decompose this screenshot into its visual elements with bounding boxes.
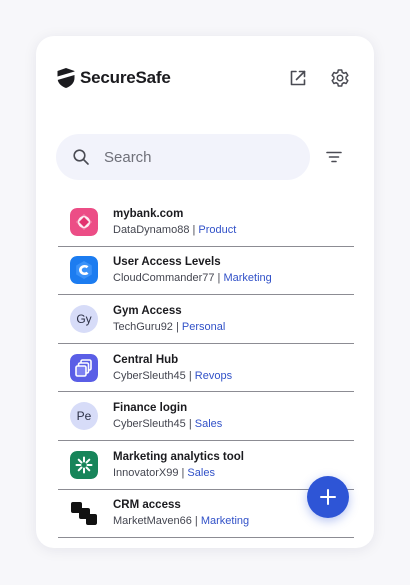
item-username: TechGuru92	[113, 320, 173, 333]
item-subtitle: CyberSleuth45 | Revops	[113, 370, 232, 383]
shield-logo-icon	[57, 68, 75, 88]
list-item-text: Central Hub CyberSleuth45 | Revops	[113, 353, 232, 383]
list-item-text: Gym Access TechGuru92 | Personal	[113, 304, 225, 334]
black-blocks-logo-icon	[70, 499, 98, 527]
item-tag[interactable]: Marketing	[223, 272, 271, 284]
item-username: DataDynamo88	[113, 223, 190, 236]
sort-filter-button[interactable]	[324, 147, 344, 167]
item-separator: |	[185, 369, 195, 382]
open-in-new-button[interactable]	[288, 68, 308, 88]
item-subtitle: MarketMaven66 | Marketing	[113, 515, 249, 528]
app-title: SecureSafe	[80, 68, 171, 87]
item-title: mybank.com	[113, 207, 184, 220]
search-row	[56, 134, 356, 180]
settings-button[interactable]	[330, 68, 350, 88]
item-tag[interactable]: Marketing	[201, 515, 249, 527]
item-title: Marketing analytics tool	[113, 450, 245, 463]
item-tag[interactable]: Personal	[182, 321, 225, 333]
add-item-button[interactable]	[307, 476, 349, 518]
list-item-central-hub[interactable]: Central Hub CyberSleuth45 | Revops	[58, 344, 354, 393]
header-actions	[288, 68, 350, 88]
item-title: Central Hub	[113, 353, 179, 366]
list-item-text: mybank.com DataDynamo88 | Product	[113, 207, 236, 237]
item-username: InnovatorX99	[113, 466, 179, 479]
list-item-finance-login[interactable]: Pe Finance login CyberSleuth45 | Sales	[58, 392, 354, 441]
item-separator: |	[172, 320, 182, 333]
cloud-c-logo-icon	[70, 256, 98, 285]
list-item-text: CRM access MarketMaven66 | Marketing	[113, 498, 249, 528]
item-subtitle: CloudCommander77 | Marketing	[113, 272, 272, 285]
item-subtitle: DataDynamo88 | Product	[113, 224, 236, 237]
item-username: CloudCommander77	[113, 272, 215, 285]
header: SecureSafe	[56, 64, 354, 92]
item-separator: |	[191, 515, 201, 528]
search-input[interactable]	[104, 148, 284, 166]
list-item-text: Finance login CyberSleuth45 | Sales	[113, 401, 222, 431]
item-tag[interactable]: Revops	[195, 370, 232, 382]
mybank-logo-icon	[70, 207, 98, 236]
list-item-partial[interactable]	[58, 538, 354, 548]
avatar-initials: Gy	[76, 311, 92, 326]
vault-panel: SecureSafe Search mybank.com DataDynamo8…	[36, 36, 374, 548]
search-bar[interactable]	[56, 134, 310, 180]
brand: SecureSafe	[56, 67, 171, 89]
list-item-mybank[interactable]: mybank.com DataDynamo88 | Product	[58, 198, 354, 247]
avatar-initials: Pe	[76, 409, 92, 424]
item-tag[interactable]: Sales	[195, 418, 223, 430]
asterisk-logo-icon	[70, 450, 98, 479]
item-title: CRM access	[113, 499, 181, 512]
plus-icon	[320, 489, 336, 505]
initials-avatar: Gy	[70, 304, 98, 333]
item-username: CyberSleuth45	[113, 418, 186, 431]
item-title: User Access Levels	[113, 256, 221, 269]
list-item-user-access-levels[interactable]: User Access Levels CloudCommander77 | Ma…	[58, 247, 354, 296]
list-item-text: User Access Levels CloudCommander77 | Ma…	[113, 255, 272, 285]
item-subtitle: InnovatorX99 | Sales	[113, 467, 244, 480]
settings-icon	[331, 69, 349, 87]
filter-list-icon	[326, 151, 342, 163]
item-separator: |	[185, 418, 195, 431]
item-username: CyberSleuth45	[113, 369, 186, 382]
search-icon	[73, 149, 89, 165]
initials-avatar: Pe	[70, 402, 98, 431]
item-title: Finance login	[113, 402, 188, 415]
item-tag[interactable]: Sales	[187, 467, 215, 479]
item-username: MarketMaven66	[113, 515, 192, 528]
open-in-new-icon	[290, 70, 306, 86]
stacked-squares-logo-icon	[70, 353, 98, 382]
list-item-marketing-analytics-tool[interactable]: Marketing analytics tool InnovatorX99 | …	[58, 441, 354, 490]
list-item-gym-access[interactable]: Gy Gym Access TechGuru92 | Personal	[58, 295, 354, 344]
item-subtitle: CyberSleuth45 | Sales	[113, 418, 222, 431]
item-subtitle: TechGuru92 | Personal	[113, 321, 225, 334]
list-item-text: Marketing analytics tool InnovatorX99 | …	[113, 450, 244, 480]
item-tag[interactable]: Product	[198, 224, 236, 236]
item-title: Gym Access	[113, 304, 182, 317]
